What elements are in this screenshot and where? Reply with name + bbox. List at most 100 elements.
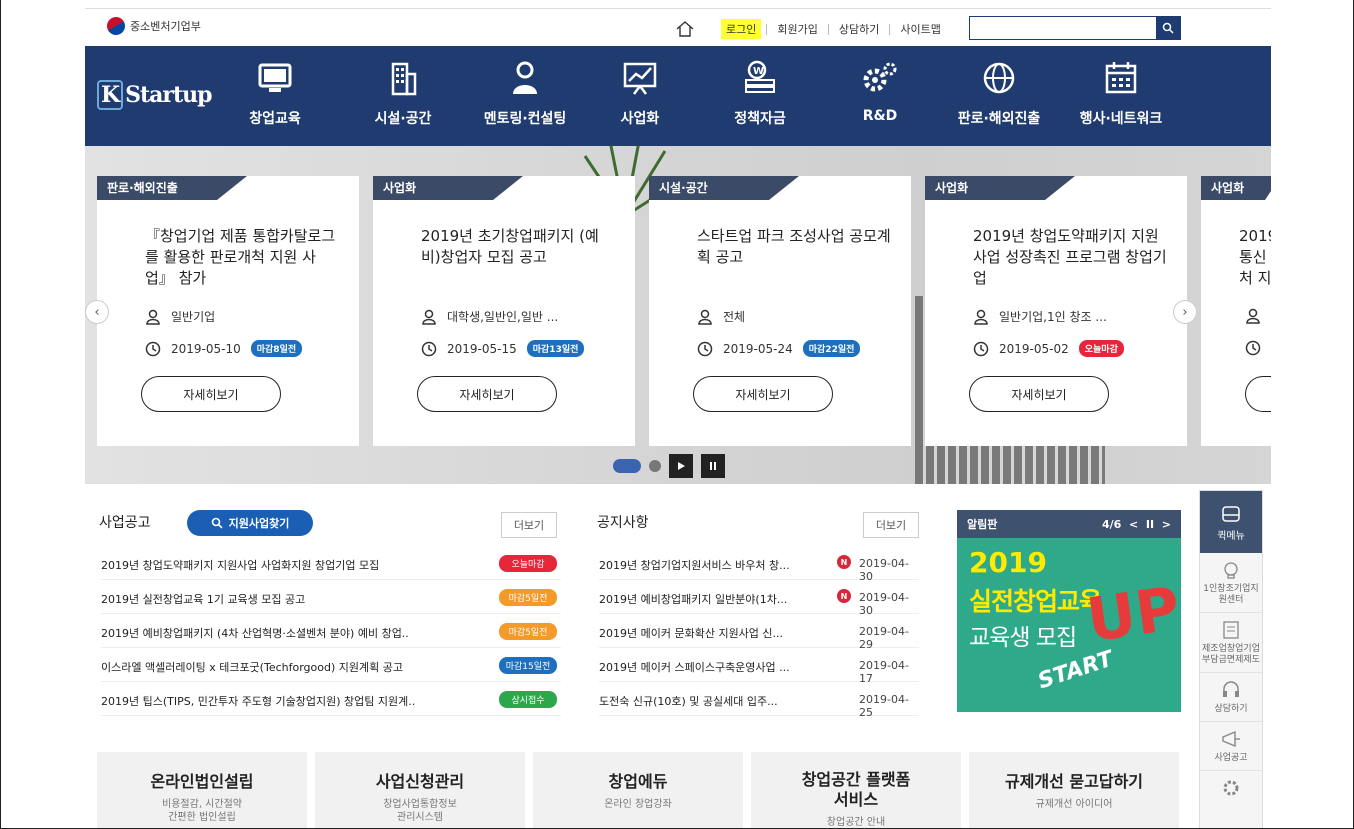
status-badge: 마감5일전 xyxy=(499,589,557,606)
card-deadline: 2019-05-15 마감13일전 xyxy=(421,340,585,357)
headset-icon xyxy=(1223,681,1239,697)
banner-controls: 4/6 < II > xyxy=(1102,518,1171,531)
search-icon xyxy=(211,517,223,529)
play-button[interactable] xyxy=(669,454,693,478)
table-row[interactable]: 이스라엘 액셀러레이팅 x 테크포굿(Techforgood) 지원계획 공고 … xyxy=(101,648,561,682)
signup-link[interactable]: 회원가입 xyxy=(772,19,822,39)
page: 중소벤처기업부 로그인 회원가입 상담하기 사이트맵 K Startup 창업교육… xyxy=(0,0,1354,829)
quick-item-announcement[interactable]: 사업공고 xyxy=(1200,722,1262,771)
status-badge: 상시접수 xyxy=(499,691,557,708)
nav-policy-fund[interactable]: W 정책자금 xyxy=(720,58,800,128)
detail-button[interactable]: 자세히보기 xyxy=(969,376,1109,412)
nav-facility-space[interactable]: 시설·공간 xyxy=(353,58,453,128)
nav-market-overseas[interactable]: 판로·해외진출 xyxy=(947,58,1051,128)
login-link[interactable]: 로그인 xyxy=(721,19,762,39)
table-row[interactable]: 2019년 창업도약패키지 지원사업 사업화지원 창업기업 모집 오늘마감 xyxy=(101,546,561,580)
card-target: 일반기업 xyxy=(145,308,215,325)
service-tile-space-platform[interactable]: 창업공간 플랫폼서비스 창업공간 안내 xyxy=(751,752,961,828)
user-icon xyxy=(1246,308,1260,324)
utility-links: 로그인 회원가입 상담하기 사이트맵 xyxy=(675,19,948,39)
announcement-card-partial[interactable]: 사업화 2019 통신 처 지 xyxy=(1201,176,1271,446)
banner-prev-button[interactable]: < xyxy=(1125,518,1142,531)
pause-icon xyxy=(710,462,716,470)
user-icon xyxy=(698,309,712,325)
banner-next-button[interactable]: > xyxy=(1158,518,1171,531)
pause-button[interactable] xyxy=(701,454,725,478)
notice-more-button[interactable]: 더보기 xyxy=(863,512,919,538)
nav-startup-education[interactable]: 창업교육 xyxy=(235,58,315,128)
carousel-prev-button[interactable]: ‹ xyxy=(85,300,109,324)
svg-text:W: W xyxy=(753,66,764,77)
carousel-next-button[interactable]: › xyxy=(1173,300,1197,324)
search-input[interactable] xyxy=(969,16,1181,40)
notice-banner[interactable]: 알림판 4/6 < II > 2019 실전창업교육 교육생 모집 UP STA… xyxy=(957,510,1181,712)
list-item[interactable]: 도전숙 신규(10호) 및 공실세대 입주... 2019-04-25 xyxy=(599,682,919,719)
status-badge: 마감5일전 xyxy=(499,623,557,640)
new-badge: N xyxy=(837,589,851,603)
table-row[interactable]: 2019년 실전창업교육 1기 교육생 모집 공고 마감5일전 xyxy=(101,580,561,614)
pager-dot[interactable] xyxy=(649,460,661,472)
nav-event-network[interactable]: 행사·네트워크 xyxy=(1069,58,1173,128)
play-icon xyxy=(678,462,685,470)
card-deadline: 2019-05-24 마감22일전 xyxy=(697,340,861,357)
announcement-card[interactable]: 판로·해외진출 『창업기업 제품 통합카탈로그를 활용한 판로개척 지원 사업』… xyxy=(97,176,359,446)
main-navigation: K Startup 창업교육 시설·공간 멘토링·컨설팅 사업화 W 정책자금 R… xyxy=(85,46,1271,146)
document-icon xyxy=(1223,621,1239,639)
pager-dot-active[interactable] xyxy=(613,459,641,473)
home-icon[interactable] xyxy=(675,20,695,38)
card-title[interactable]: 『창업기업 제품 통합카탈로그를 활용한 판로개척 지원 사업』 참가 xyxy=(145,226,341,289)
quick-item-manufacturing[interactable]: 제조업창업기업부담금면제제도 xyxy=(1200,613,1262,673)
card-title[interactable]: 2019 통신 처 지 xyxy=(1239,226,1271,289)
list-item[interactable]: 2019년 창업기업지원서비스 바우처 창... N 2019-04-30 xyxy=(599,546,919,583)
list-item[interactable]: 2019년 메이커 문화확산 지원사업 신... 2019-04-29 xyxy=(599,614,919,651)
taegeuk-icon xyxy=(103,13,129,39)
dday-badge: 마감22일전 xyxy=(802,340,861,357)
consult-link[interactable]: 상담하기 xyxy=(834,19,884,39)
card-title[interactable]: 2019년 초기창업패키지 (예비)창업자 모집 공고 xyxy=(421,226,617,268)
card-title[interactable]: 2019년 창업도약패키지 지원사업 성장촉진 프로그램 창업기업 xyxy=(973,226,1169,289)
banner-start-text: START xyxy=(1035,646,1117,695)
banner-line2: 교육생 모집 xyxy=(969,625,1077,651)
board-more-button[interactable]: 더보기 xyxy=(501,512,557,538)
table-row[interactable]: 2019년 예비창업패키지 (4차 산업혁명·소셜벤처 분야) 예비 창업.. … xyxy=(101,614,561,648)
ministry-logo[interactable]: 중소벤처기업부 xyxy=(103,13,201,39)
sitemap-link[interactable]: 사이트맵 xyxy=(895,19,945,39)
detail-button[interactable]: 자세히보기 xyxy=(141,376,281,412)
search-icon xyxy=(1162,22,1174,34)
inbox-icon xyxy=(1222,506,1240,522)
quick-item-consult[interactable]: 상담하기 xyxy=(1200,673,1262,722)
quick-menu: 퀵메뉴 1인창조기업지원센터 제조업창업기업부담금면제제도 상담하기 사업공고 xyxy=(1199,490,1263,828)
kstartup-logo[interactable]: K Startup xyxy=(97,80,213,110)
quick-item-more[interactable] xyxy=(1200,771,1262,808)
announcement-card[interactable]: 사업화 2019년 창업도약패키지 지원사업 성장촉진 프로그램 창업기업 일반… xyxy=(925,176,1187,446)
ministry-name: 중소벤처기업부 xyxy=(130,20,201,33)
detail-button[interactable]: 자세히보기 xyxy=(693,376,833,412)
list-item[interactable]: 2019년 예비창업패키지 일반분야(1차... N 2019-04-30 xyxy=(599,580,919,617)
service-tile-regulation-qna[interactable]: 규제개선 묻고답하기 규제개선 아이디어 xyxy=(969,752,1179,828)
user-icon xyxy=(974,309,988,325)
detail-button[interactable] xyxy=(1245,376,1271,412)
quick-item-one-person-center[interactable]: 1인창조기업지원센터 xyxy=(1200,553,1262,613)
search-button[interactable] xyxy=(1156,17,1180,39)
nav-mentoring[interactable]: 멘토링·컨설팅 xyxy=(465,58,585,128)
new-badge: N xyxy=(837,555,851,569)
table-row[interactable]: 2019년 팁스(TIPS, 민간투자 주도형 기술창업지원) 창업팀 지원계.… xyxy=(101,682,561,716)
announcement-card[interactable]: 사업화 2019년 초기창업패키지 (예비)창업자 모집 공고 대학생,일반인,… xyxy=(373,176,635,446)
find-support-button[interactable]: 지원사업찾기 xyxy=(187,510,313,536)
service-tile-edu[interactable]: 창업에듀 온라인 창업강좌 xyxy=(533,752,743,828)
banner-pause-button[interactable]: II xyxy=(1146,518,1154,531)
quick-menu-header[interactable]: 퀵메뉴 xyxy=(1200,491,1262,553)
divider xyxy=(827,23,829,35)
nav-rnd[interactable]: R&D xyxy=(845,58,915,124)
divider xyxy=(889,23,891,35)
list-item[interactable]: 2019년 메이커 스페이스구축운영사업 ... 2019-04-17 xyxy=(599,648,919,685)
carousel-pager xyxy=(613,454,725,478)
nav-commercialization[interactable]: 사업화 xyxy=(600,58,680,128)
service-tile-online-incorporation[interactable]: 온라인법인설립 비용절감, 시간절약 간편한 법인설립 xyxy=(97,752,307,828)
announcement-card[interactable]: 시설·공간 스타트업 파크 조성사업 공모계획 공고 전체 2019-05-24… xyxy=(649,176,911,446)
service-tile-application[interactable]: 사업신청관리 창업사업통합정보 관리시스템 xyxy=(315,752,525,828)
card-target: 일반기업,1인 창조 ... xyxy=(973,308,1107,325)
detail-button[interactable]: 자세히보기 xyxy=(417,376,557,412)
card-title[interactable]: 스타트업 파크 조성사업 공모계획 공고 xyxy=(697,226,893,268)
person-icon xyxy=(513,61,537,94)
